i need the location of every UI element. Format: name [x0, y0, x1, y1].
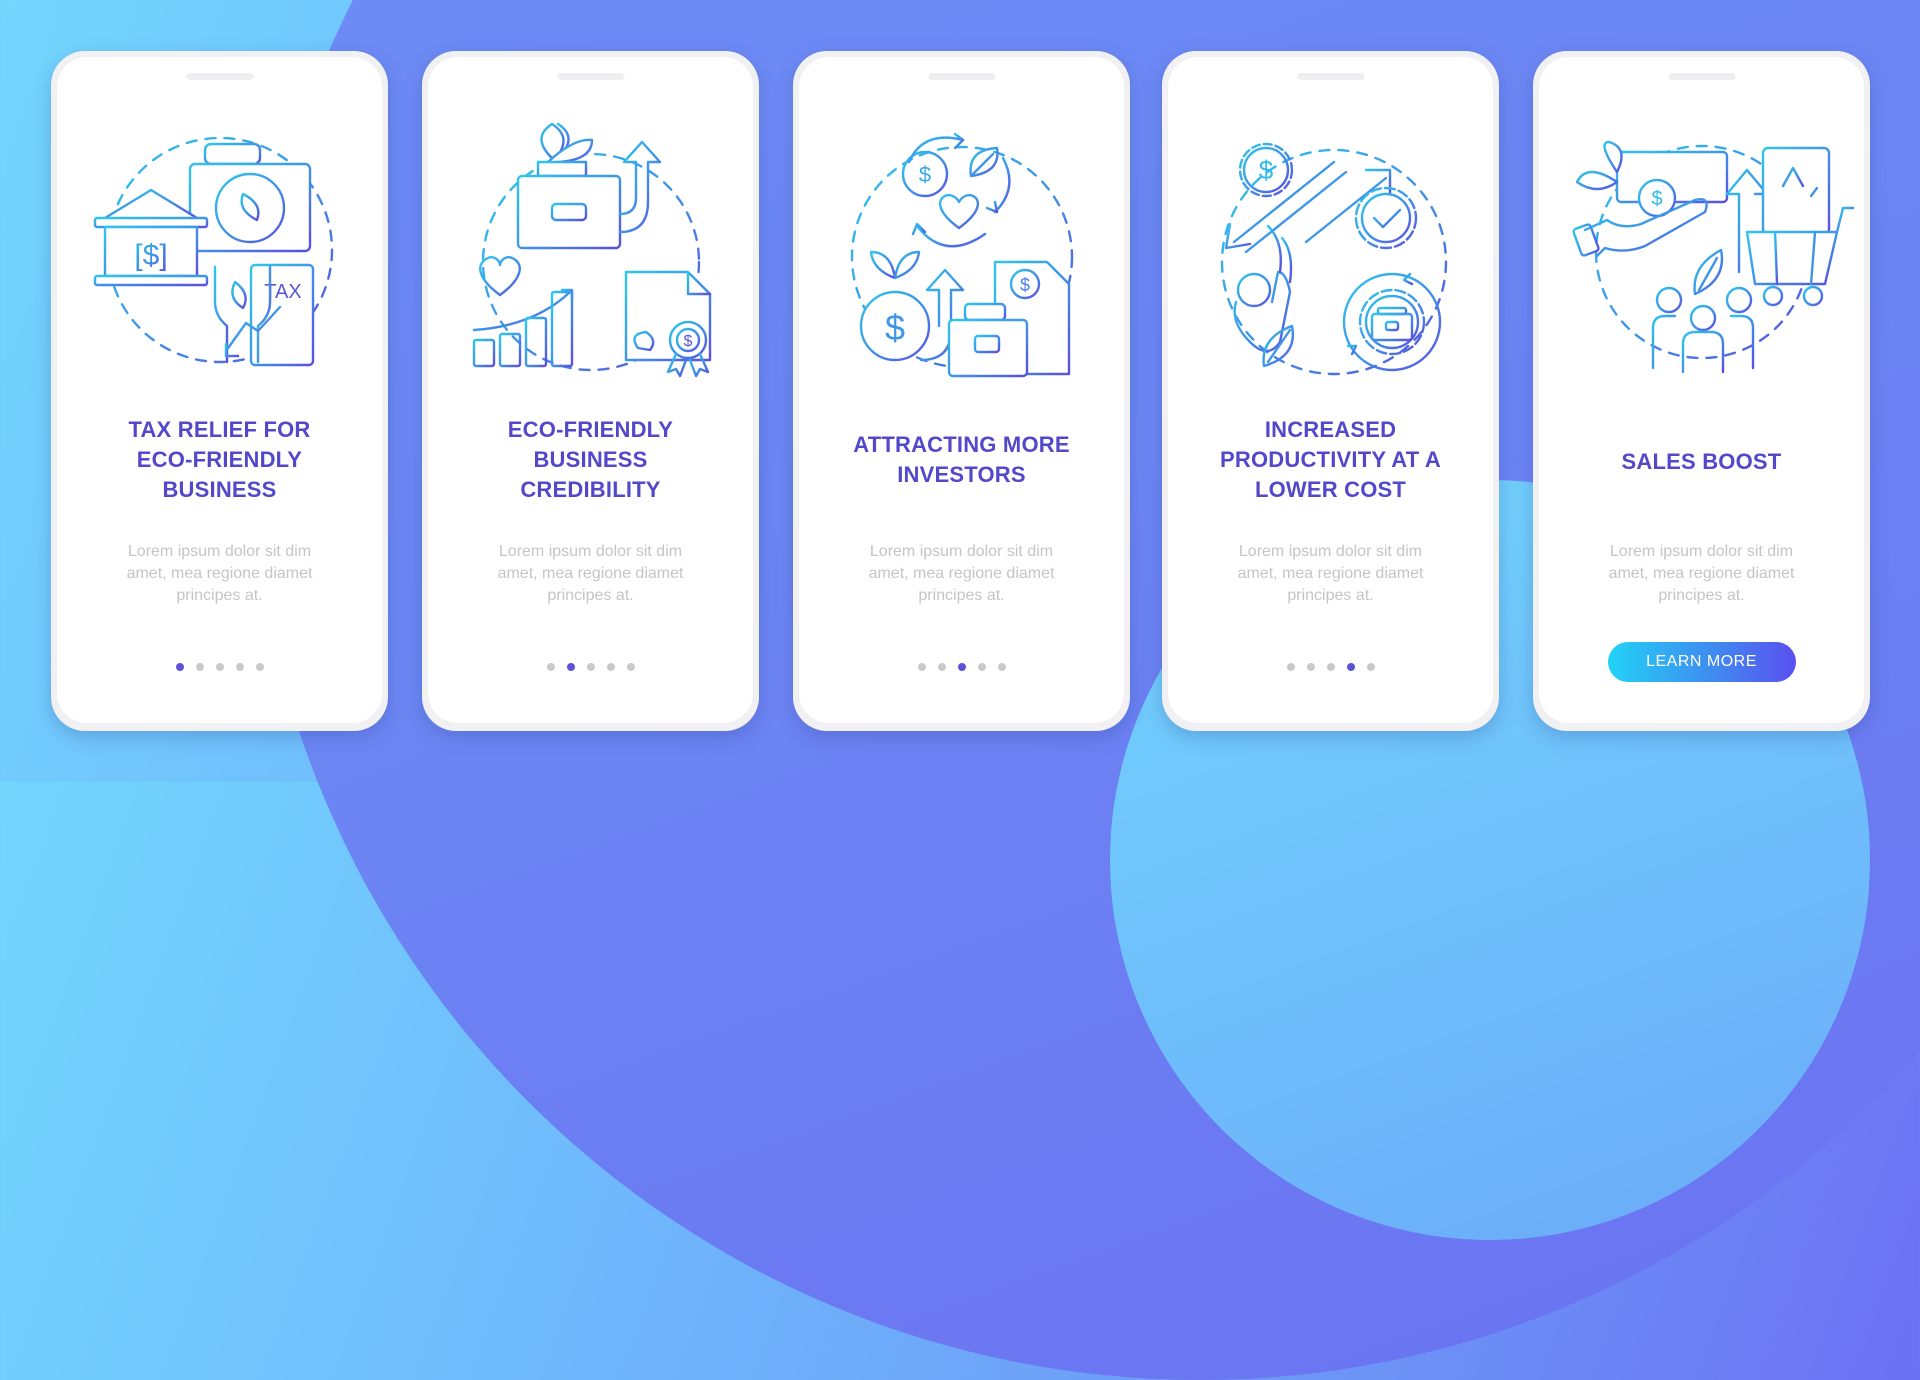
page-dot-4[interactable] [235, 663, 244, 671]
page-dot-5[interactable] [1366, 663, 1375, 671]
page-dot-4[interactable] [977, 663, 986, 671]
svg-text:$: $ [918, 162, 930, 187]
productivity-icon: $ [1206, 122, 1456, 376]
page-dot-5[interactable] [997, 663, 1006, 671]
page-dot-2[interactable] [566, 663, 575, 671]
svg-text:[$]: [$] [134, 239, 167, 272]
pagination-dots [1168, 663, 1493, 671]
onboarding-card-investors: $ $ $ ATTRACTING MORE INVESTORS Lorem ip… [793, 51, 1130, 731]
card-title: ATTRACTING MORE INVESTORS [853, 432, 1070, 487]
onboarding-card-tax-relief: [$] TAX TAX RELIEF FOR ECO-FRIENDLY BUSINE… [51, 51, 388, 731]
page-dot-1[interactable] [175, 663, 184, 671]
page-dot-4[interactable] [1346, 663, 1355, 671]
page-dot-3[interactable] [957, 663, 966, 671]
pagination-dots [428, 663, 753, 671]
onboarding-card-sales-boost: $ SALES BOOST Lorem ipsum dolor sit dim … [1533, 51, 1870, 731]
phone-speaker [1668, 73, 1735, 80]
card-body: Lorem ipsum dolor sit dim amet, mea regio… [126, 543, 313, 604]
card-title: SALES BOOST [1621, 449, 1782, 474]
svg-text:$: $ [1651, 188, 1662, 210]
phone-speaker [186, 73, 253, 80]
svg-text:$: $ [1019, 275, 1029, 295]
page-dot-3[interactable] [586, 663, 595, 671]
page-dot-5[interactable] [255, 663, 264, 671]
eco-credibility-icon: $ [466, 122, 716, 378]
card-title: INCREASED PRODUCTIVITY AT A LOWER COST [1220, 417, 1441, 502]
tax-relief-icon: [$] TAX [93, 122, 345, 372]
page-dot-3[interactable] [215, 663, 224, 671]
page-dot-1[interactable] [917, 663, 926, 671]
page-dot-3[interactable] [1326, 663, 1335, 671]
page-dot-5[interactable] [626, 663, 635, 671]
pagination-dots [57, 663, 382, 671]
phone-speaker [928, 73, 995, 80]
learn-more-button[interactable]: LEARN MORE [1607, 642, 1796, 682]
card-title: TAX RELIEF FOR ECO-FRIENDLY BUSINESS [128, 417, 311, 502]
card-body: Lorem ipsum dolor sit dim amet, mea regio… [497, 543, 684, 604]
card-title: ECO-FRIENDLY BUSINESS CREDIBILITY [507, 417, 674, 502]
onboarding-card-productivity: $ INCREASED PRODUCTIVITY AT A LOWER COST… [1162, 51, 1499, 731]
page-dot-2[interactable] [195, 663, 204, 671]
phone-speaker [557, 73, 624, 80]
page-dot-2[interactable] [1306, 663, 1315, 671]
phone-speaker [1297, 73, 1364, 80]
sales-boost-icon: $ [1571, 122, 1854, 374]
card-body: Lorem ipsum dolor sit dim amet, mea regio… [868, 543, 1055, 604]
card-body: Lorem ipsum dolor sit dim amet, mea regio… [1237, 543, 1424, 604]
page-dot-1[interactable] [1286, 663, 1295, 671]
card-body: Lorem ipsum dolor sit dim amet, mea regio… [1608, 543, 1795, 604]
attracting-investors-icon: $ $ $ [837, 122, 1087, 378]
onboarding-card-eco-credibility: $ ECO-FRIENDLY BUSINESS CREDIBILITY Lorem … [422, 51, 759, 731]
page-dot-2[interactable] [937, 663, 946, 671]
svg-text:$: $ [884, 307, 904, 348]
pagination-dots [799, 663, 1124, 671]
page-dot-4[interactable] [606, 663, 615, 671]
svg-text:$: $ [683, 333, 692, 350]
page-dot-1[interactable] [546, 663, 555, 671]
svg-text:$: $ [1258, 155, 1273, 185]
